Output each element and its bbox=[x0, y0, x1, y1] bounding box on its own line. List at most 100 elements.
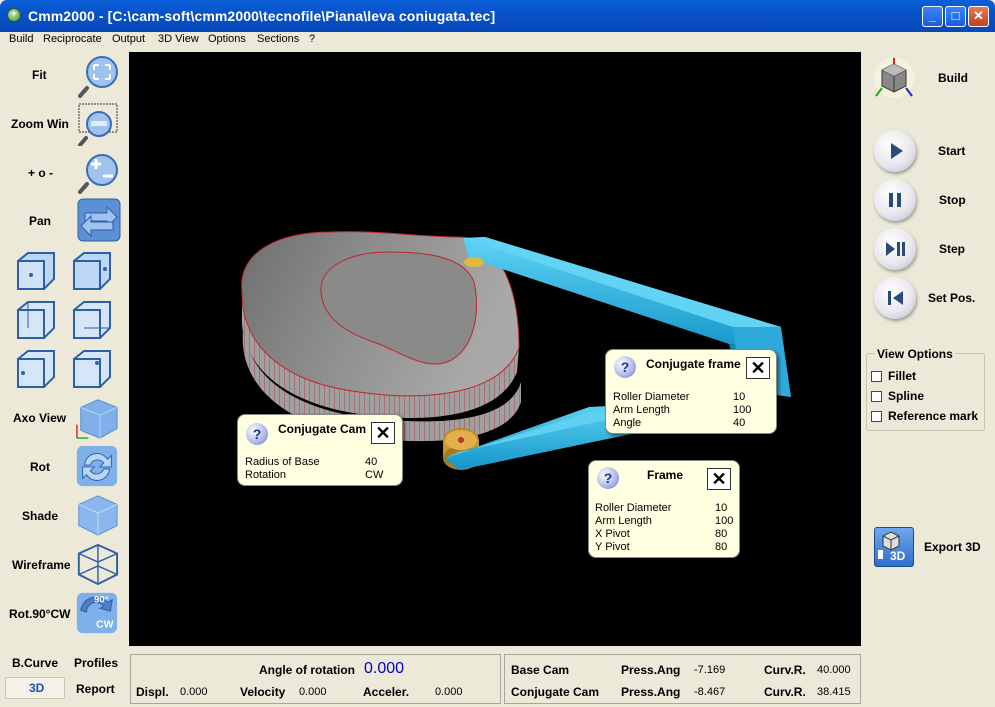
cam-status-panel: Base Cam Press.Ang -7.169 Curv.R. 40.000… bbox=[504, 654, 861, 704]
build-cube-icon[interactable] bbox=[872, 56, 916, 100]
rot90-label: Rot.90°CW bbox=[9, 607, 71, 621]
start-button[interactable] bbox=[874, 130, 916, 172]
menu-build[interactable]: Build bbox=[9, 33, 33, 45]
conjugate-frame-title: Conjugate frame bbox=[646, 357, 741, 371]
menu-reciprocate[interactable]: Reciprocate bbox=[43, 33, 102, 45]
export-3d-button[interactable]: 3D bbox=[874, 527, 914, 567]
reference-mark-checkbox[interactable] bbox=[871, 411, 882, 422]
stop-button[interactable] bbox=[874, 179, 916, 221]
info-row-value: 100 bbox=[733, 404, 752, 416]
pan-label: Pan bbox=[29, 214, 52, 228]
conjugate-cam-curv-r-label: Curv.R. bbox=[764, 685, 806, 699]
b-curve-button[interactable]: B.Curve bbox=[12, 656, 58, 670]
view-right-icon[interactable] bbox=[70, 249, 114, 293]
build-label[interactable]: Build bbox=[938, 71, 968, 85]
view-bottom-icon[interactable] bbox=[70, 298, 114, 342]
info-row-label: Radius of Base bbox=[245, 456, 320, 468]
3d-viewport[interactable]: ? Conjugate Cam ✕ Radius of Base 40 Rota… bbox=[129, 52, 861, 646]
fit-magnifier-icon[interactable] bbox=[77, 54, 121, 98]
step-forward-icon bbox=[886, 242, 905, 256]
set-pos-label: Set Pos. bbox=[928, 291, 976, 305]
fit-label: Fit bbox=[32, 68, 47, 82]
menu-3d-view[interactable]: 3D View bbox=[158, 33, 199, 45]
info-row-label: Rotation bbox=[245, 469, 286, 481]
acceler-label: Acceler. bbox=[363, 685, 410, 699]
info-row-value: 10 bbox=[715, 502, 728, 514]
title-bar[interactable]: + Cmm2000 - [C:\cam-soft\cmm2000\tecnofi… bbox=[0, 0, 995, 32]
view-top-icon[interactable] bbox=[14, 298, 58, 342]
info-row-value: 100 bbox=[715, 515, 734, 527]
window-title: Cmm2000 - [C:\cam-soft\cmm2000\tecnofile… bbox=[28, 8, 496, 24]
motion-status-panel: Angle of rotation 0.000 Displ. 0.000 Vel… bbox=[130, 654, 501, 704]
step-button[interactable] bbox=[874, 228, 916, 270]
conjugate-cam-tooltip: ? Conjugate Cam ✕ Radius of Base 40 Rota… bbox=[237, 414, 403, 486]
minimize-button[interactable]: _ bbox=[922, 6, 943, 27]
angle-of-rotation-value: 0.000 bbox=[364, 660, 405, 677]
stop-label: Stop bbox=[939, 193, 966, 207]
close-icon[interactable]: ✕ bbox=[746, 357, 770, 379]
frame-title: Frame bbox=[647, 468, 684, 482]
step-label: Step bbox=[939, 242, 966, 256]
info-row-label: Arm Length bbox=[595, 515, 652, 527]
fillet-checkbox[interactable] bbox=[871, 371, 882, 382]
shade-label: Shade bbox=[22, 509, 59, 523]
report-button[interactable]: Report bbox=[76, 682, 115, 696]
play-icon bbox=[891, 143, 903, 159]
frame-tooltip: ? Frame ✕ Roller Diameter 10 Arm Length … bbox=[588, 460, 740, 558]
axo-cube-icon[interactable] bbox=[75, 396, 119, 440]
set-pos-button[interactable] bbox=[874, 277, 916, 319]
export-3d-icon-label: 3D bbox=[890, 549, 906, 563]
conjugate-cam-curv-r-value: 38.415 bbox=[817, 686, 851, 698]
bottom-left-tabs: B.Curve Profiles 3D Report bbox=[4, 652, 126, 704]
rewind-icon bbox=[888, 291, 903, 305]
view-front-icon[interactable] bbox=[14, 249, 58, 293]
menu-sections[interactable]: Sections bbox=[257, 33, 299, 45]
profiles-button[interactable]: Profiles bbox=[74, 656, 118, 670]
maximize-button[interactable]: □ bbox=[945, 6, 966, 27]
menu-output[interactable]: Output bbox=[112, 33, 145, 45]
info-row-label: Roller Diameter bbox=[613, 391, 690, 403]
zoom-in-out-icon[interactable] bbox=[77, 150, 121, 194]
view-left-icon[interactable] bbox=[14, 347, 58, 391]
zoom-window-icon[interactable] bbox=[77, 102, 121, 146]
menu-options[interactable]: Options bbox=[208, 33, 246, 45]
shade-cube-icon[interactable] bbox=[75, 493, 119, 537]
view-options-group: View Options Fillet Spline Reference mar… bbox=[866, 347, 985, 431]
info-row-value: 40 bbox=[365, 456, 378, 468]
displ-value: 0.000 bbox=[180, 686, 208, 698]
close-button[interactable]: ✕ bbox=[968, 6, 989, 27]
rotate-90-cw-icon[interactable]: 90° CW bbox=[75, 591, 119, 635]
conjugate-cam-press-ang-label: Press.Ang bbox=[621, 685, 681, 699]
question-icon: ? bbox=[614, 356, 636, 378]
pan-arrows-icon[interactable] bbox=[77, 198, 121, 242]
rotate-icon[interactable] bbox=[75, 444, 119, 488]
spline-checkbox[interactable] bbox=[871, 391, 882, 402]
export-3d-label: Export 3D bbox=[924, 540, 981, 554]
view-options-legend: View Options bbox=[875, 347, 955, 361]
3d-tab-label: 3D bbox=[29, 681, 45, 695]
base-cam-curv-r-label: Curv.R. bbox=[764, 663, 806, 677]
close-icon[interactable]: ✕ bbox=[371, 422, 395, 444]
wireframe-cube-icon[interactable] bbox=[75, 542, 119, 586]
fillet-label: Fillet bbox=[888, 369, 917, 383]
reference-mark-label: Reference mark bbox=[888, 409, 979, 423]
conjugate-cam-label: Conjugate Cam bbox=[511, 685, 600, 699]
angle-of-rotation-label: Angle of rotation bbox=[259, 663, 355, 677]
info-row-value: CW bbox=[365, 469, 384, 481]
info-row-value: 80 bbox=[715, 541, 728, 553]
close-icon[interactable]: ✕ bbox=[707, 468, 731, 490]
3d-tab[interactable]: 3D bbox=[5, 677, 65, 699]
base-cam-press-ang-label: Press.Ang bbox=[621, 663, 681, 677]
question-icon: ? bbox=[246, 423, 268, 445]
info-row-label: Angle bbox=[613, 417, 642, 429]
acceler-value: 0.000 bbox=[435, 686, 463, 698]
info-row-value: 40 bbox=[733, 417, 746, 429]
velocity-label: Velocity bbox=[240, 685, 286, 699]
displ-label: Displ. bbox=[136, 685, 169, 699]
rot-label: Rot bbox=[30, 460, 50, 474]
view-back-icon[interactable] bbox=[70, 347, 114, 391]
menu-help[interactable]: ? bbox=[309, 33, 315, 45]
question-icon: ? bbox=[597, 467, 619, 489]
info-row-label: Roller Diameter bbox=[595, 502, 672, 514]
info-row-label: X Pivot bbox=[595, 528, 630, 540]
